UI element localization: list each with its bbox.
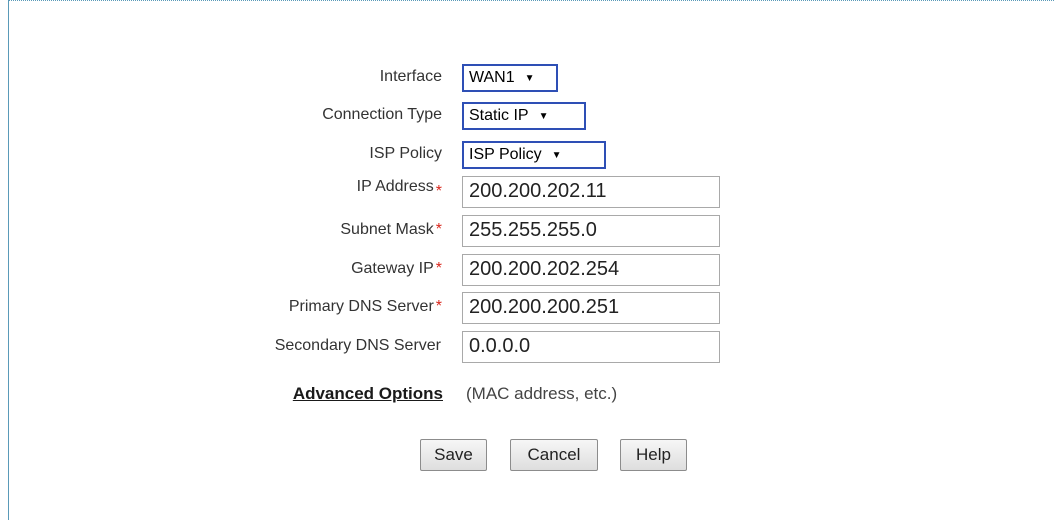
ip-address-label: IP Address * — [356, 178, 442, 200]
chevron-down-icon: ▼ — [524, 72, 535, 84]
subnet-mask-row: Subnet Mask * 255.255.255.0 — [0, 215, 1054, 247]
gateway-ip-label-text: Gateway IP — [351, 260, 434, 277]
interface-select[interactable]: WAN1 ▼ — [462, 64, 558, 92]
isp-policy-row: ISP Policy ISP Policy ▼ — [0, 141, 1054, 173]
gateway-ip-row: Gateway IP * 200.200.202.254 — [0, 254, 1054, 286]
isp-policy-select[interactable]: ISP Policy ▼ — [462, 141, 606, 169]
isp-policy-select-value: ISP Policy — [469, 146, 542, 163]
gateway-ip-label: Gateway IP * — [351, 260, 442, 278]
isp-policy-label: ISP Policy — [369, 145, 442, 162]
secondary-dns-input[interactable]: 0.0.0.0 — [462, 331, 720, 363]
connection-type-label: Connection Type — [322, 106, 442, 123]
secondary-dns-row: Secondary DNS Server 0.0.0.0 — [0, 331, 1054, 363]
required-asterisk-icon: * — [435, 183, 442, 200]
help-button[interactable]: Help — [620, 439, 687, 471]
required-asterisk-icon: * — [435, 298, 442, 315]
interface-row: Interface WAN1 ▼ — [0, 64, 1054, 96]
primary-dns-row: Primary DNS Server * 200.200.200.251 — [0, 292, 1054, 324]
ip-address-row: IP Address * 200.200.202.11 — [0, 176, 1054, 208]
primary-dns-input[interactable]: 200.200.200.251 — [462, 292, 720, 324]
advanced-options-note: (MAC address, etc.) — [466, 384, 618, 403]
primary-dns-label: Primary DNS Server * — [289, 298, 442, 316]
connection-type-select[interactable]: Static IP ▼ — [462, 102, 586, 130]
frame-top-border — [8, 0, 1054, 1]
chevron-down-icon: ▼ — [551, 149, 562, 161]
required-asterisk-icon: * — [435, 260, 442, 277]
chevron-down-icon: ▼ — [538, 110, 549, 122]
primary-dns-label-text: Primary DNS Server — [288, 298, 434, 315]
gateway-ip-input[interactable]: 200.200.202.254 — [462, 254, 720, 286]
secondary-dns-label: Secondary DNS Server — [274, 337, 441, 354]
subnet-mask-label-text: Subnet Mask — [340, 221, 434, 238]
connection-type-select-value: Static IP — [469, 107, 529, 124]
required-asterisk-icon: * — [435, 221, 442, 238]
subnet-mask-label: Subnet Mask * — [340, 221, 442, 239]
interface-label: Interface — [379, 68, 442, 85]
save-button[interactable]: Save — [420, 439, 487, 471]
ip-address-input[interactable]: 200.200.202.11 — [462, 176, 720, 208]
ip-address-label-text: IP Address — [356, 178, 434, 195]
subnet-mask-input[interactable]: 255.255.255.0 — [462, 215, 720, 247]
interface-select-value: WAN1 — [469, 69, 515, 86]
connection-type-row: Connection Type Static IP ▼ — [0, 102, 1054, 134]
advanced-options-link[interactable]: Advanced Options — [293, 384, 443, 404]
cancel-button[interactable]: Cancel — [510, 439, 598, 471]
